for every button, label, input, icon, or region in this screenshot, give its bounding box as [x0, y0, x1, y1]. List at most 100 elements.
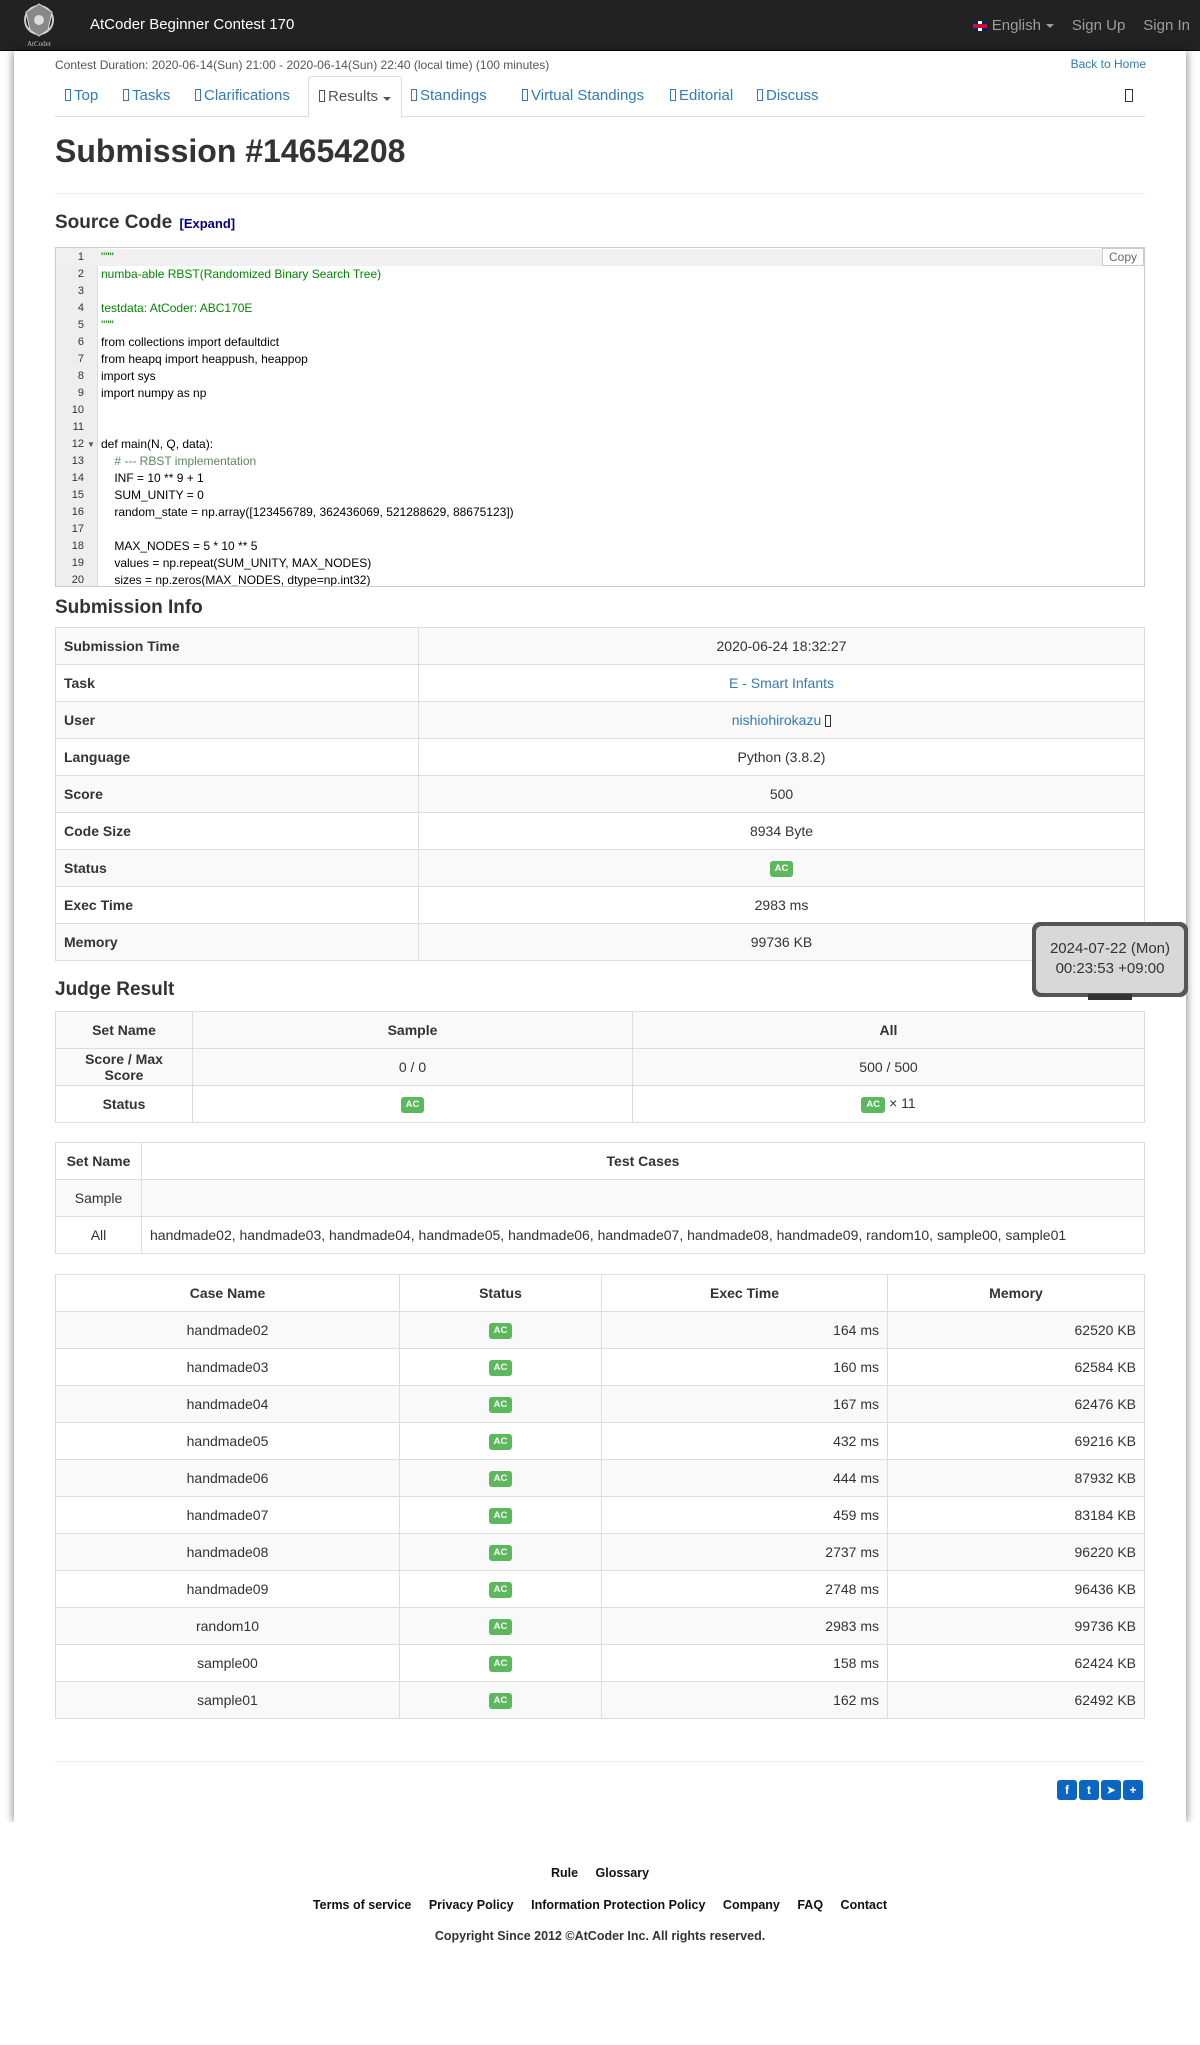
- clock-handle[interactable]: [1088, 994, 1132, 1000]
- case-name: handmade07: [55, 1496, 400, 1534]
- sign-up-link[interactable]: Sign Up: [1072, 17, 1125, 34]
- task-link[interactable]: E - Smart Infants: [729, 675, 834, 691]
- table-row: handmade02 AC 164 ms 62520 KB: [55, 1311, 1145, 1349]
- fullscreen-toggle-icon[interactable]: [1125, 89, 1133, 102]
- case-memory: 62424 KB: [887, 1644, 1145, 1682]
- info-label: User: [55, 701, 419, 739]
- virtual-standings-icon: [522, 89, 528, 101]
- info-label: Task: [55, 664, 419, 702]
- tab-tasks[interactable]: Tasks: [113, 76, 180, 117]
- tasks-icon: [123, 89, 129, 101]
- info-label: Submission Time: [55, 627, 419, 665]
- terms-link[interactable]: Terms of service: [313, 1898, 411, 1912]
- case-name: handmade05: [55, 1422, 400, 1460]
- case-memory: 96220 KB: [887, 1533, 1145, 1571]
- atcoder-logo-icon[interactable]: AtCoder: [14, 2, 64, 48]
- code-line: 11: [56, 419, 1144, 436]
- more-share-button[interactable]: +: [1123, 1780, 1143, 1800]
- line-number: 6: [77, 336, 84, 348]
- clock-display: 2024-07-22 (Mon) 00:23:53 +09:00: [1036, 926, 1184, 993]
- table-row: sample01 AC 162 ms 62492 KB: [55, 1681, 1145, 1719]
- divider: [55, 1761, 1145, 1762]
- contact-link[interactable]: Contact: [841, 1898, 888, 1912]
- tab-results[interactable]: Results: [308, 76, 403, 118]
- line-number: 14: [71, 472, 84, 484]
- info-label: Memory: [55, 923, 419, 961]
- tab-discuss[interactable]: Discuss: [747, 76, 829, 117]
- rule-link[interactable]: Rule: [551, 1866, 578, 1880]
- column-header: Exec Time: [601, 1274, 888, 1312]
- caret-down-icon: [1045, 23, 1054, 28]
- expand-code-link[interactable]: [Expand]: [179, 216, 235, 231]
- status-badge: AC: [488, 1360, 513, 1376]
- privacy-link[interactable]: Privacy Policy: [429, 1898, 514, 1912]
- code-line: 4 testdata: AtCoder: ABC170E: [56, 300, 1144, 317]
- code-line: 17: [56, 521, 1144, 538]
- tab-virtual-standings[interactable]: Virtual Standings: [512, 76, 654, 117]
- table-row: All handmade02, handmade03, handmade04, …: [55, 1216, 1145, 1254]
- case-name: handmade03: [55, 1348, 400, 1386]
- info-protection-link[interactable]: Information Protection Policy: [531, 1898, 705, 1912]
- user-search-icon[interactable]: [825, 715, 832, 727]
- table-row: Memory 99736 KB: [55, 923, 1145, 961]
- case-memory: 62492 KB: [887, 1681, 1145, 1719]
- sign-in-link[interactable]: Sign In: [1143, 17, 1190, 34]
- test-cases-table: Case Name Status Exec Time Memory handma…: [55, 1274, 1145, 1719]
- line-number: 17: [71, 523, 84, 535]
- case-memory: 62584 KB: [887, 1348, 1145, 1386]
- fold-arrow-icon[interactable]: ▼: [87, 436, 95, 453]
- top-navbar: AtCoder AtCoder Beginner Contest 170 Eng…: [0, 0, 1200, 51]
- local-clock-widget[interactable]: 2024-07-22 (Mon) 00:23:53 +09:00: [1032, 922, 1188, 997]
- caret-down-icon: [383, 97, 392, 101]
- tab-clarifications[interactable]: Clarifications: [185, 76, 300, 117]
- contest-duration: Contest Duration: 2020-06-14(Sun) 21:00 …: [55, 58, 550, 72]
- code-text: numba-able RBST(Randomized Binary Search…: [101, 267, 382, 281]
- tab-editorial[interactable]: Editorial: [660, 76, 743, 117]
- telegram-share-button[interactable]: ➤: [1101, 1780, 1121, 1800]
- back-to-home-link[interactable]: Back to Home: [1071, 57, 1146, 71]
- company-link[interactable]: Company: [723, 1898, 780, 1912]
- glossary-link[interactable]: Glossary: [596, 1866, 650, 1880]
- brand-contest-name[interactable]: AtCoder Beginner Contest 170: [90, 16, 294, 33]
- table-row: handmade04 AC 167 ms 62476 KB: [55, 1385, 1145, 1423]
- table-row: Task E - Smart Infants: [55, 664, 1145, 702]
- sample-score: 0 / 0: [192, 1048, 633, 1086]
- judge-result-heading: Judge Result: [55, 979, 175, 1000]
- tab-standings[interactable]: Standings: [401, 76, 497, 117]
- info-label: Score: [55, 775, 419, 813]
- case-exec-time: 2737 ms: [601, 1533, 888, 1571]
- tab-label: Tasks: [132, 87, 171, 104]
- faq-link[interactable]: FAQ: [797, 1898, 823, 1912]
- table-row: User nishiohirokazu: [55, 701, 1145, 739]
- status-badge: AC: [488, 1397, 513, 1413]
- line-number: 19: [71, 557, 84, 569]
- user-link[interactable]: nishiohirokazu: [732, 712, 822, 728]
- status-badge: AC: [488, 1582, 513, 1598]
- language-label: English: [991, 17, 1041, 34]
- case-memory: 99736 KB: [887, 1607, 1145, 1645]
- test-cases-list: handmade02, handmade03, handmade04, hand…: [141, 1216, 1145, 1254]
- table-row: Set Name Sample All: [55, 1011, 1145, 1049]
- facebook-share-button[interactable]: f: [1057, 1780, 1077, 1800]
- code-line: 3: [56, 283, 1144, 300]
- code-line: 10: [56, 402, 1144, 419]
- code-text: INF = 10 ** 9 + 1: [101, 471, 204, 485]
- table-row: Score / Max Score 0 / 0 500 / 500: [55, 1048, 1145, 1086]
- tab-label: Discuss: [766, 87, 819, 104]
- tab-top[interactable]: Top: [55, 76, 108, 117]
- logo-text: AtCoder: [27, 40, 52, 48]
- code-text: from heapq import heappush, heappop: [101, 352, 308, 366]
- table-row: Set Name Test Cases: [55, 1142, 1145, 1180]
- twitter-share-button[interactable]: t: [1079, 1780, 1099, 1800]
- case-status-cell: AC: [399, 1422, 602, 1460]
- case-status-cell: AC: [399, 1644, 602, 1682]
- copy-button[interactable]: Copy: [1102, 248, 1144, 266]
- source-code-editor[interactable]: 1 """ 2 numba-able RBST(Randomized Binary …: [55, 247, 1145, 587]
- code-line: 19 values = np.repeat(SUM_UNITY, MAX_NOD…: [56, 555, 1144, 572]
- all-status-cell: AC × 11: [632, 1085, 1145, 1123]
- footer-links-top: Rule Glossary: [0, 1866, 1200, 1880]
- main-container: Contest Duration: 2020-06-14(Sun) 21:00 …: [14, 51, 1186, 1822]
- language-dropdown[interactable]: English: [972, 17, 1054, 34]
- test-sets-table: Set Name Test Cases Sample All handmade0…: [55, 1142, 1145, 1254]
- code-line: 1 """: [56, 249, 1144, 266]
